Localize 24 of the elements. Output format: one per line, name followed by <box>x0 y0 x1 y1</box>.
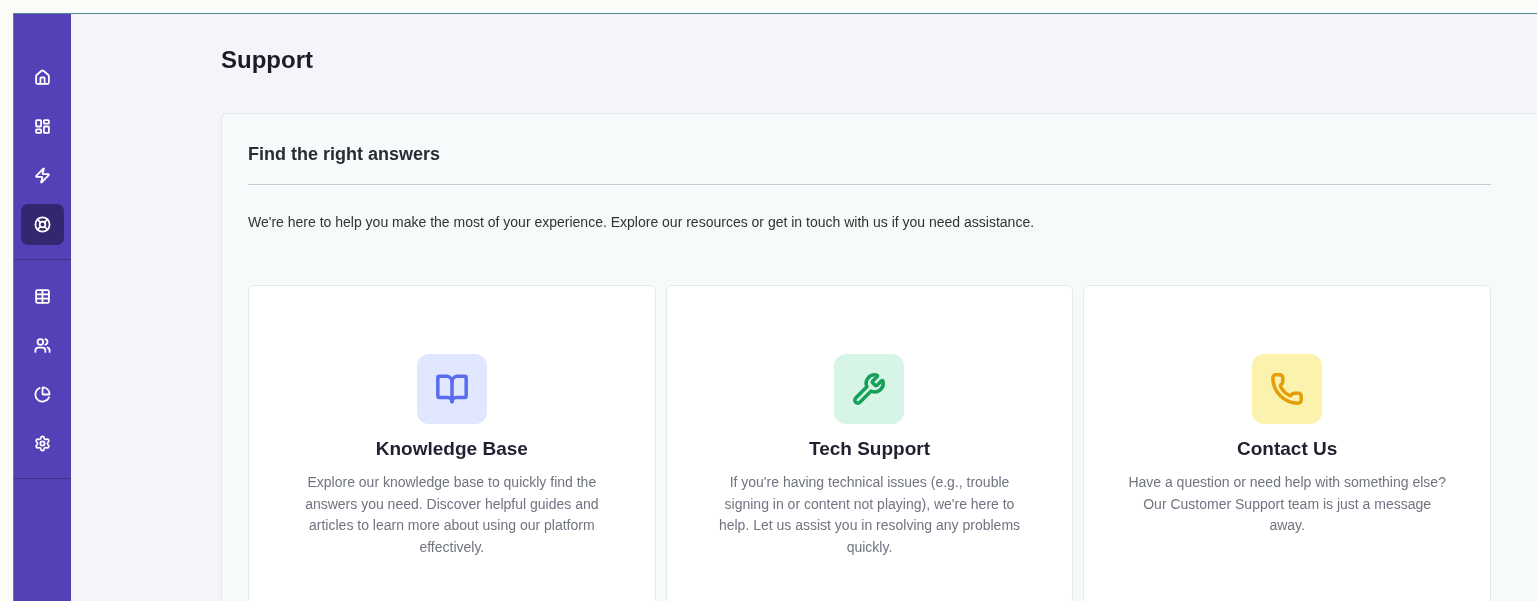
card-title: Tech Support <box>808 437 930 461</box>
card-title: Contact Us <box>1237 437 1338 461</box>
page-title: Support <box>221 45 314 75</box>
phone-icon <box>1270 372 1305 406</box>
pie-chart-icon <box>34 386 51 403</box>
users-icon <box>34 337 51 354</box>
support-card[interactable]: Contact Us Have a question or need help with something else? Our Customer Support team is just a message away. <box>1083 285 1491 601</box>
lightning-icon <box>34 167 51 184</box>
card-description: Have a question or need help with something else? Our Customer Support team is just a message away. <box>1128 473 1446 535</box>
intro-text: We're here to help you make the most of your experience. Explore our resources or get in touch with us if you need assistance. <box>248 213 1036 232</box>
wrench-icon <box>852 372 887 406</box>
panel-title: Find the right answers <box>248 142 1491 185</box>
support-card[interactable]: Knowledge Base Explore our knowledge base to quickly find the answers you need. Discover helpful guides and articles to learn more about using our platform effectively. <box>248 285 656 601</box>
support-card[interactable]: Tech Support If you're having technical issues (e.g., trouble signing in or content not playing), we're here to help. Let us assist you in resolving any problems quickly. <box>665 285 1074 601</box>
lifebuoy-icon <box>34 216 51 233</box>
dashboard-icon <box>34 118 51 135</box>
sidebar-item[interactable] <box>21 204 64 245</box>
home-icon <box>34 69 51 86</box>
settings-icon <box>34 435 51 452</box>
book-icon <box>434 372 469 406</box>
table-icon <box>34 288 51 305</box>
card-description: If you're having technical issues (e.g., trouble signing in or content not playing), we're here to help. Let us assist you in resolving any problems quickly. <box>717 473 1022 557</box>
card-title: Knowledge Base <box>375 437 528 461</box>
card-description: Explore our knowledge base to quickly find the answers you need. Discover helpful guides and articles to learn more about using our platform effectively. <box>304 473 600 557</box>
